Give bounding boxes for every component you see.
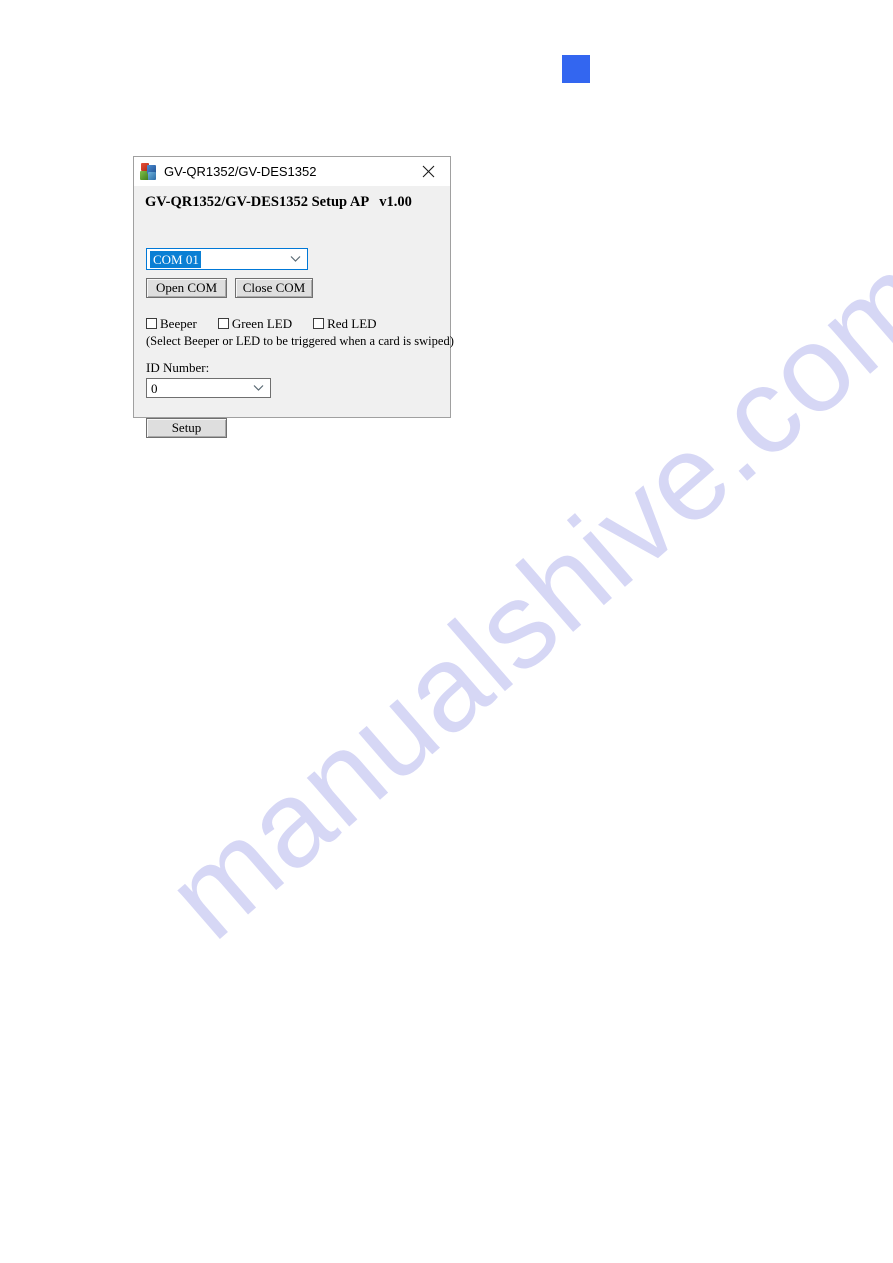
chevron-down-icon [289, 253, 302, 266]
trigger-hint-text: (Select Beeper or LED to be triggered wh… [146, 334, 454, 348]
com-port-select[interactable]: COM 01 [146, 248, 308, 270]
blue-square-marker [562, 55, 590, 83]
id-number-select[interactable]: 0 [146, 378, 271, 398]
close-com-button[interactable]: Close COM [235, 278, 313, 298]
id-number-label: ID Number: [146, 360, 210, 375]
open-com-button[interactable]: Open COM [146, 278, 227, 298]
checkbox-red-led[interactable]: Red LED [313, 316, 377, 331]
dialog-title: GV-QR1352/GV-DES1352 [164, 164, 317, 179]
setup-button[interactable]: Setup [146, 418, 227, 438]
close-button[interactable] [406, 157, 450, 185]
checkbox-green-led[interactable]: Green LED [217, 316, 293, 331]
checkbox-beeper[interactable]: Beeper [146, 317, 197, 330]
id-number-selected-value: 0 [151, 380, 158, 396]
checkbox-beeper-label: Beeper [160, 316, 197, 331]
close-icon [422, 165, 434, 177]
checkbox-box-icon [217, 318, 229, 329]
checkbox-box-icon [313, 318, 325, 329]
chevron-down-icon [252, 382, 265, 395]
dialog-body: GV-QR1352/GV-DES1352 Setup AP v1.00 COM … [134, 186, 454, 438]
page-title: GV-QR1352/GV-DES1352 Setup AP v1.00 [145, 194, 412, 210]
checkbox-green-led-label: Green LED [231, 316, 293, 331]
checkbox-red-led-label: Red LED [327, 316, 377, 331]
dialog-titlebar: GV-QR1352/GV-DES1352 [134, 157, 450, 186]
windows-app-icon [140, 163, 157, 180]
com-port-selected-value: COM 01 [150, 250, 201, 268]
trigger-options-group: Beeper Green LED Red LED [146, 317, 398, 330]
checkbox-box-icon [146, 318, 157, 329]
setup-ap-dialog: GV-QR1352/GV-DES1352 GV-QR1352/GV-DES135… [133, 156, 454, 438]
